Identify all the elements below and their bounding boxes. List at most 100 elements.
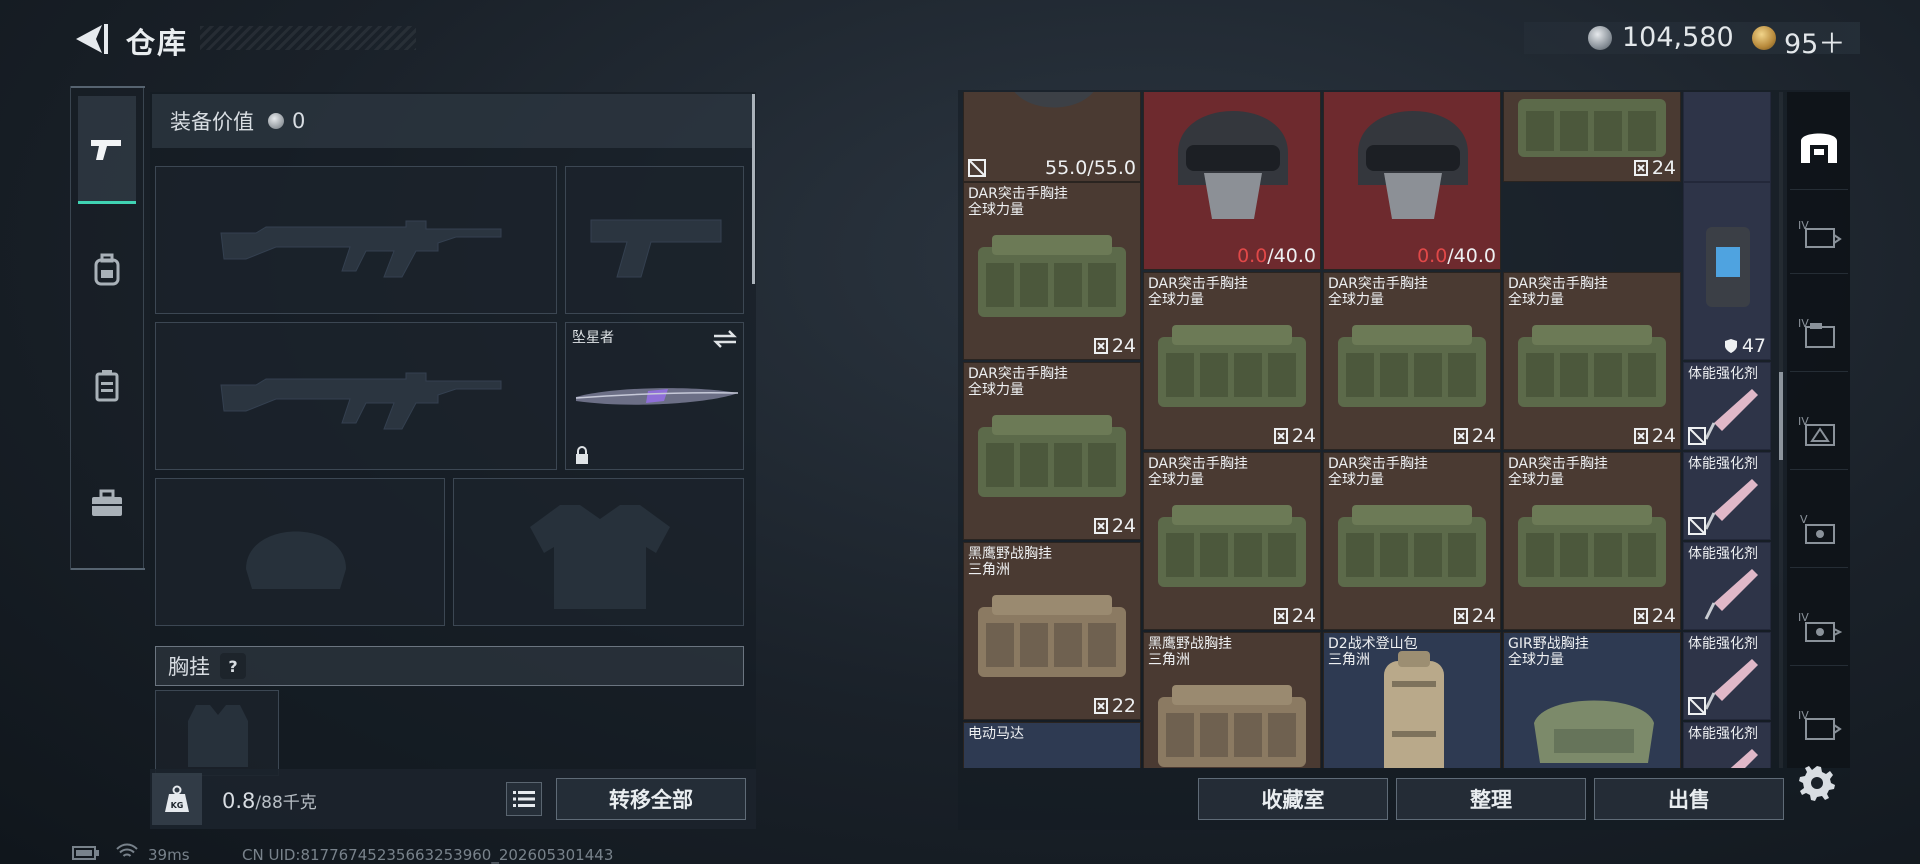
- melee-slot[interactable]: 坠星者: [565, 322, 744, 470]
- helmet-item-icon: [1178, 111, 1288, 219]
- lock-icon: [576, 446, 588, 464]
- storage-box-icon: V: [1800, 513, 1835, 544]
- syringe-icon: [1730, 749, 1758, 768]
- inventory-item[interactable]: GIR野战胸挂 全球力量: [1503, 632, 1681, 768]
- inventory-item[interactable]: 55.0/55.0: [963, 92, 1141, 182]
- ping-readout: 39ms: [148, 846, 190, 864]
- inventory-item[interactable]: 0.0/40.0: [1323, 92, 1501, 270]
- inventory-item[interactable]: 电动马达: [963, 722, 1141, 768]
- inventory-item[interactable]: 体能强化剂: [1683, 362, 1771, 450]
- chest-rig-icon: [978, 595, 1126, 677]
- pistol-icon: [91, 139, 121, 160]
- inventory-item[interactable]: DAR突击手胸挂 全球力量 24: [1503, 272, 1681, 450]
- item-name: 体能强化剂: [1688, 366, 1758, 382]
- page-title: 仓库: [126, 26, 189, 60]
- item-name: DAR突击手胸挂: [968, 366, 1068, 382]
- weight-readout: 0.8/88千克: [222, 788, 317, 813]
- inventory-item[interactable]: DAR突击手胸挂 全球力量 24: [963, 362, 1141, 540]
- capacity: 22: [1093, 695, 1136, 717]
- storage-tab-2[interactable]: IV: [1790, 294, 1848, 372]
- chest-rig-icon: [1338, 325, 1486, 407]
- uid-readout: CN UID:8177674523566325396​0_20260530144…: [242, 846, 614, 864]
- inventory-item[interactable]: DAR突击手胸挂 全球力量 24: [1143, 452, 1321, 630]
- helmet-slot[interactable]: [155, 478, 445, 626]
- capacity-icon: [1093, 698, 1108, 714]
- primary-weapon-slot[interactable]: [155, 166, 557, 314]
- storage-tab-5[interactable]: IV: [1790, 588, 1848, 666]
- warehouse-icon: [1801, 133, 1837, 163]
- item-faction: 全球力量: [1148, 472, 1204, 488]
- storage-tab-6[interactable]: IV: [1790, 686, 1848, 764]
- inventory-item[interactable]: DAR突击手胸挂 全球力量 24: [1503, 452, 1681, 630]
- sell-button[interactable]: 出售: [1594, 778, 1784, 820]
- armor-slot[interactable]: [453, 478, 744, 626]
- capacity: 24: [1273, 605, 1316, 627]
- chest-rig-icon: [1158, 685, 1306, 767]
- inventory-item[interactable]: 黑鹰野战胸挂 三角洲: [1143, 632, 1321, 768]
- chest-rig-icon: [1534, 700, 1654, 763]
- inventory-item[interactable]: DAR突击手胸挂 全球力量 24: [1323, 452, 1501, 630]
- tab-rig[interactable]: [78, 332, 136, 440]
- syringe-icon: [1704, 569, 1758, 620]
- svg-text:IV: IV: [1798, 709, 1809, 722]
- tab-weapons[interactable]: [78, 96, 136, 204]
- item-faction: 三角洲: [1148, 652, 1190, 668]
- capacity: 24: [1273, 425, 1316, 447]
- gold-balance[interactable]: 95＋: [1784, 22, 1845, 61]
- inventory-item[interactable]: 47: [1683, 182, 1771, 360]
- item-faction: 全球力量: [968, 202, 1024, 218]
- inventory-item[interactable]: [1683, 92, 1771, 182]
- inventory-item[interactable]: D2战术登山包 三角洲: [1323, 632, 1501, 768]
- tab-case[interactable]: [78, 450, 136, 558]
- durability: 47: [1724, 335, 1766, 357]
- item-name: 电动马达: [968, 726, 1024, 742]
- weight-max: /88千克: [255, 793, 317, 813]
- item-name: 黑鹰野战胸挂: [968, 546, 1052, 562]
- backpack-item-icon: [1384, 651, 1444, 768]
- storage-box-icon: IV: [1798, 709, 1842, 740]
- sort-button[interactable]: 整理: [1396, 778, 1586, 820]
- inventory-item[interactable]: DAR突击手胸挂 全球力量 24: [1143, 272, 1321, 450]
- storage-tab-1[interactable]: IV: [1790, 196, 1848, 274]
- svg-text:IV: IV: [1798, 415, 1809, 428]
- loadout-scrollbar[interactable]: [752, 94, 755, 284]
- rifle-silhouette-icon: [220, 372, 502, 430]
- shield-icon: [1724, 339, 1737, 353]
- storage-tab-3[interactable]: IV: [1790, 392, 1848, 470]
- storage-box-icon: IV: [1798, 415, 1835, 446]
- durability: 0.0/40.0: [1417, 245, 1496, 267]
- inventory-item[interactable]: 体能强化剂: [1683, 632, 1771, 720]
- item-name: 体能强化剂: [1688, 726, 1758, 742]
- storage-tab-4[interactable]: V: [1790, 490, 1848, 568]
- storage-box-icon: IV: [1798, 317, 1835, 348]
- capacity-icon: [1453, 428, 1468, 444]
- inventory-scrollbar[interactable]: [1779, 372, 1783, 460]
- list-view-button[interactable]: [506, 782, 542, 816]
- pistol-slot[interactable]: [565, 166, 744, 314]
- tab-backpack[interactable]: [78, 216, 136, 324]
- secondary-weapon-slot[interactable]: [155, 322, 557, 470]
- capacity: 24: [1093, 335, 1136, 357]
- inventory-item[interactable]: 体能强化剂: [1683, 452, 1771, 540]
- chest-rig-icon: [1518, 325, 1666, 407]
- inventory-item[interactable]: 黑鹰野战胸挂 三角洲 22: [963, 542, 1141, 720]
- inventory-item[interactable]: 体能强化剂: [1683, 722, 1771, 768]
- inventory-item[interactable]: 体能强化剂: [1683, 542, 1771, 630]
- chest-rig-slot[interactable]: [155, 690, 279, 776]
- transfer-all-button[interactable]: 转移全部: [556, 778, 746, 820]
- armor-plate-icon: [1706, 227, 1750, 307]
- settings-gear-icon[interactable]: [1798, 764, 1836, 802]
- collection-room-button[interactable]: 收藏室: [1198, 778, 1388, 820]
- inventory-item[interactable]: DAR突击手胸挂 全球力量 24: [963, 182, 1141, 360]
- inventory-item[interactable]: 0.0/40.0: [1143, 92, 1321, 270]
- help-button[interactable]: ?: [220, 653, 246, 679]
- syringe-icon: [1704, 659, 1758, 710]
- no-durability-icon: [968, 159, 986, 177]
- storage-tab-all[interactable]: [1790, 100, 1848, 190]
- inventory-item[interactable]: DAR突击手胸挂 全球力量 24: [1323, 272, 1501, 450]
- capacity-icon: [1273, 608, 1288, 624]
- inventory-item[interactable]: 24: [1503, 92, 1681, 182]
- durability: 55.0/55.0: [1044, 157, 1136, 179]
- swap-arrows-icon[interactable]: [712, 329, 738, 349]
- back-arrow-icon[interactable]: [70, 22, 110, 56]
